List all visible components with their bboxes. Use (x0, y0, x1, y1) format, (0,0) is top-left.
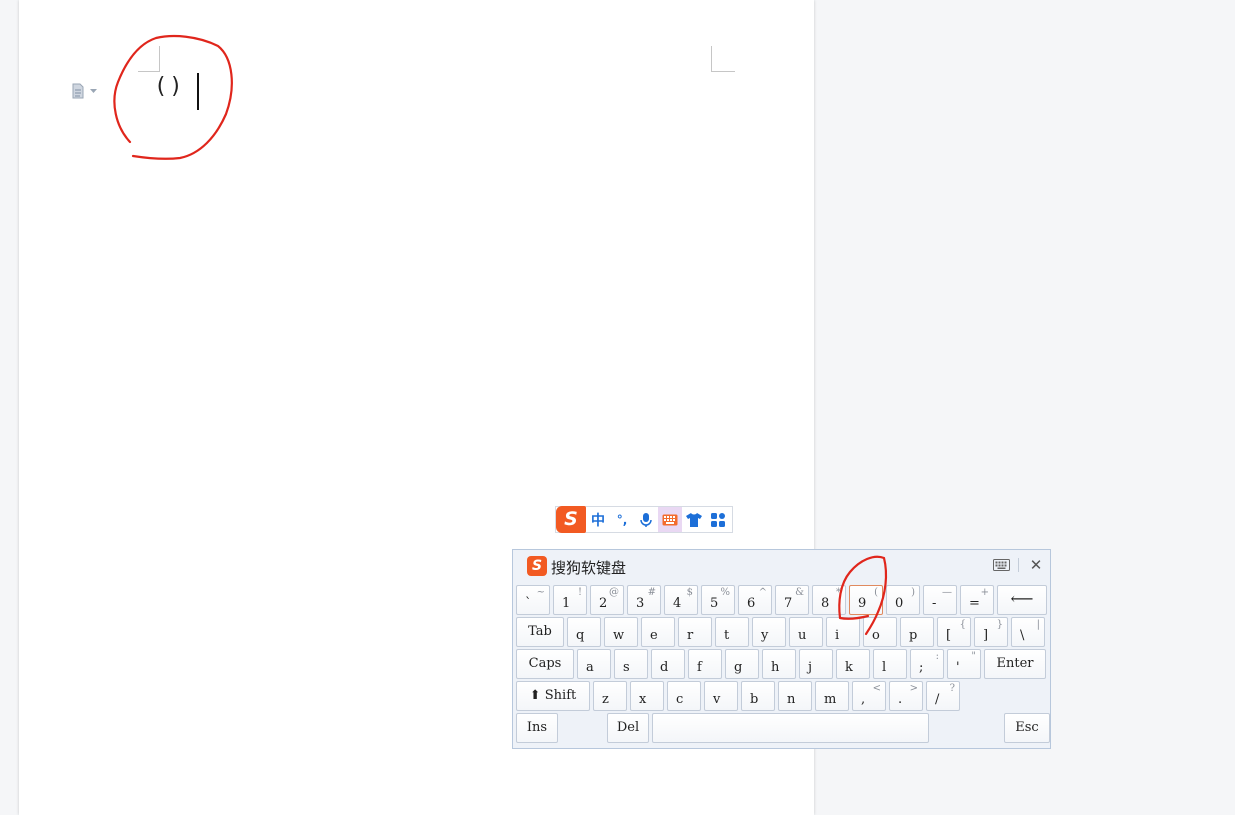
key-u[interactable]: u (789, 617, 823, 647)
key-1[interactable]: 1! (553, 585, 587, 615)
key-a[interactable]: a (577, 649, 611, 679)
key-backspace[interactable]: ⟵ (997, 585, 1047, 615)
key-t[interactable]: t (715, 617, 749, 647)
margin-corner-top-left (138, 46, 160, 72)
key-enter[interactable]: Enter (984, 649, 1046, 679)
document-text: () (154, 74, 185, 99)
mic-icon[interactable] (634, 507, 658, 532)
header-divider (1018, 558, 1019, 572)
key-row-bottom: ⬆ Shift z x c v b n m , < . > /? (516, 681, 1053, 713)
key-5[interactable]: 5% (701, 585, 735, 615)
key-p[interactable]: p (900, 617, 934, 647)
key-l[interactable]: l (873, 649, 907, 679)
text-cursor (197, 73, 199, 110)
key-quote[interactable]: ' " (947, 649, 981, 679)
key-esc[interactable]: Esc (1004, 713, 1050, 743)
key-0[interactable]: 0) (886, 585, 920, 615)
punctuation-mode-button[interactable]: °, (610, 507, 634, 532)
key-d[interactable]: d (651, 649, 685, 679)
soft-keyboard-header[interactable]: S 搜狗软键盘 ✕ (513, 550, 1050, 582)
key-b[interactable]: b (741, 681, 775, 711)
key-ins[interactable]: Ins (516, 713, 558, 743)
document-icon (71, 83, 85, 99)
key-w[interactable]: w (604, 617, 638, 647)
chinese-mode-button[interactable]: 中 (586, 507, 610, 532)
key-left-bracket[interactable]: [{ (937, 617, 971, 647)
close-icon[interactable]: ✕ (1026, 556, 1046, 574)
key-v[interactable]: v (704, 681, 738, 711)
key-space[interactable] (652, 713, 929, 743)
toolbox-icon[interactable] (706, 507, 730, 532)
skin-icon[interactable] (682, 507, 706, 532)
key-k[interactable]: k (836, 649, 870, 679)
key-tab[interactable]: Tab (516, 617, 564, 647)
key-slash[interactable]: /? (926, 681, 960, 711)
keyboard-icon[interactable] (658, 507, 682, 532)
key-backslash[interactable]: \ | (1011, 617, 1045, 647)
key-row-home: Caps a s d f g h j k l ;: ' " Enter (516, 649, 1053, 681)
paragraph-options-button[interactable] (71, 81, 101, 101)
key-i[interactable]: i (826, 617, 860, 647)
key-semicolon[interactable]: ;: (910, 649, 944, 679)
key-j[interactable]: j (799, 649, 833, 679)
key-minus[interactable]: - — (923, 585, 957, 615)
key-x[interactable]: x (630, 681, 664, 711)
key-shift[interactable]: ⬆ Shift (516, 681, 590, 711)
key-e[interactable]: e (641, 617, 675, 647)
key-h[interactable]: h (762, 649, 796, 679)
sogou-logo-icon: S (527, 556, 547, 576)
key-row-qwerty: Tab q w e r t y u i o p [{ ]} \ | (516, 617, 1053, 649)
key-del[interactable]: Del (607, 713, 649, 743)
key-4[interactable]: 4 $ (664, 585, 698, 615)
key-o[interactable]: o (863, 617, 897, 647)
key-f[interactable]: f (688, 649, 722, 679)
key-8[interactable]: 8 * (812, 585, 846, 615)
key-spacer (932, 713, 1001, 743)
margin-corner-top-right (711, 46, 735, 72)
key-comma[interactable]: , < (852, 681, 886, 711)
key-c[interactable]: c (667, 681, 701, 711)
key-z[interactable]: z (593, 681, 627, 711)
sogou-logo-icon[interactable]: S (556, 506, 586, 533)
key-equals[interactable]: = + (960, 585, 994, 615)
key-s[interactable]: s (614, 649, 648, 679)
key-grid: ` ~ 1! 2 @ 3 # 4 $ 5% 6 ^ 7 & 8 * 9( 0) - — = + ⟵… (516, 585, 1053, 745)
key-6[interactable]: 6 ^ (738, 585, 772, 615)
soft-keyboard-title: 搜狗软键盘 (551, 559, 627, 577)
soft-keyboard: S 搜狗软键盘 ✕ ` ~ 1! 2 @ 3 # 4 $ 5% 6 ^ 7 & 8 * 9( … (512, 549, 1051, 749)
ime-status-bar: S 中 °, (555, 506, 733, 533)
key-caps[interactable]: Caps (516, 649, 574, 679)
key-3[interactable]: 3 # (627, 585, 661, 615)
key-2[interactable]: 2 @ (590, 585, 624, 615)
key-7[interactable]: 7 & (775, 585, 809, 615)
key-spacer (561, 713, 604, 743)
key-row-function: Ins Del Esc (516, 713, 1053, 745)
key-row-numbers: ` ~ 1! 2 @ 3 # 4 $ 5% 6 ^ 7 & 8 * 9( 0) - — = + ⟵ (516, 585, 1053, 617)
key-r[interactable]: r (678, 617, 712, 647)
key-n[interactable]: n (778, 681, 812, 711)
key-q[interactable]: q (567, 617, 601, 647)
key-period[interactable]: . > (889, 681, 923, 711)
key-g[interactable]: g (725, 649, 759, 679)
keyboard-switch-icon[interactable] (991, 556, 1011, 574)
chevron-down-icon (90, 88, 97, 94)
key-backtick[interactable]: ` ~ (516, 585, 550, 615)
key-y[interactable]: y (752, 617, 786, 647)
key-9[interactable]: 9( (849, 585, 883, 615)
key-m[interactable]: m (815, 681, 849, 711)
key-right-bracket[interactable]: ]} (974, 617, 1008, 647)
